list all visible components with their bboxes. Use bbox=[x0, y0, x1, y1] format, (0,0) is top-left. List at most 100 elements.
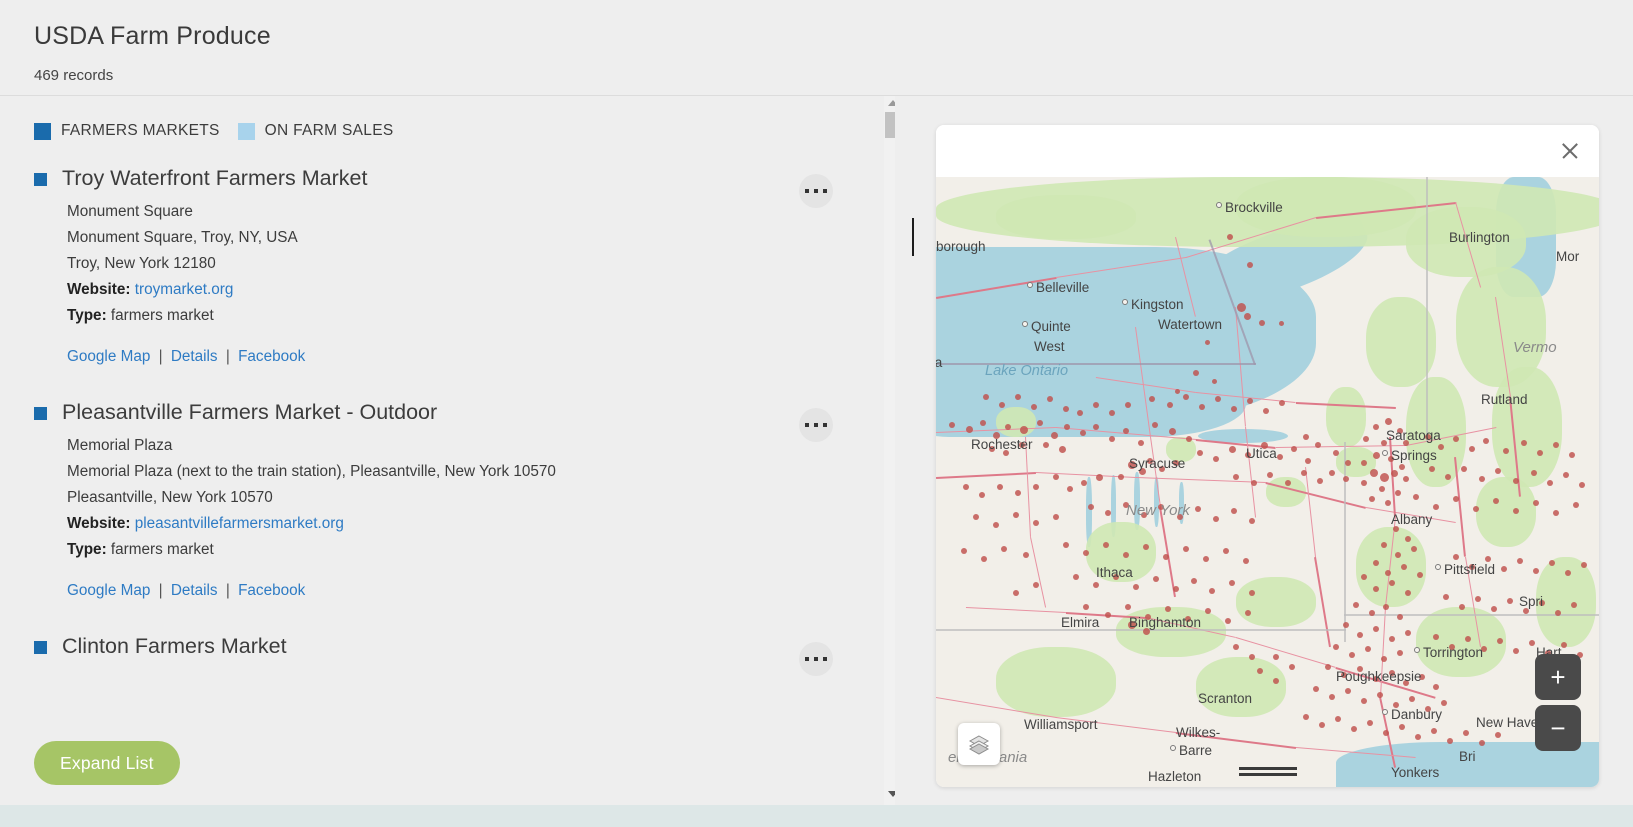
map-data-point[interactable] bbox=[1373, 586, 1379, 592]
map-data-point[interactable] bbox=[1223, 548, 1229, 554]
map-data-point[interactable] bbox=[1479, 476, 1485, 482]
map-data-point[interactable] bbox=[1231, 406, 1237, 412]
map-data-point[interactable] bbox=[1443, 594, 1449, 600]
map-data-point[interactable] bbox=[1343, 476, 1349, 482]
map-data-point[interactable] bbox=[1533, 500, 1539, 506]
map-data-point[interactable] bbox=[1385, 570, 1391, 576]
map-data-point[interactable] bbox=[1453, 496, 1459, 502]
map-data-point[interactable] bbox=[1555, 610, 1561, 616]
list-item[interactable]: Clinton Farmers Market bbox=[0, 634, 895, 693]
map-data-point[interactable] bbox=[1245, 610, 1251, 616]
map-data-point[interactable] bbox=[1105, 510, 1111, 516]
map-data-point[interactable] bbox=[1123, 552, 1129, 558]
legend-item-farmers-markets[interactable]: FARMERS MARKETS bbox=[34, 122, 220, 140]
map-data-point[interactable] bbox=[1083, 550, 1089, 556]
map-data-point[interactable] bbox=[1363, 436, 1369, 442]
map-data-point[interactable] bbox=[1285, 480, 1291, 486]
map-data-point[interactable] bbox=[1571, 602, 1577, 608]
map-data-point[interactable] bbox=[1579, 482, 1585, 488]
map-data-point[interactable] bbox=[1533, 568, 1539, 574]
map-data-point[interactable] bbox=[1278, 320, 1284, 326]
map-data-point[interactable] bbox=[1195, 506, 1201, 512]
map-data-point[interactable] bbox=[1483, 438, 1489, 444]
map-data-point[interactable] bbox=[1305, 458, 1311, 464]
map-data-point[interactable] bbox=[1186, 436, 1192, 442]
map-data-point[interactable] bbox=[1383, 604, 1389, 610]
map-data-point[interactable] bbox=[1149, 396, 1155, 402]
map-data-point[interactable] bbox=[1259, 320, 1265, 326]
map-data-point[interactable] bbox=[1257, 668, 1263, 674]
map-data-point[interactable] bbox=[1537, 450, 1543, 456]
map-data-point[interactable] bbox=[1431, 728, 1437, 734]
map-data-point[interactable] bbox=[1517, 558, 1523, 564]
map-data-point[interactable] bbox=[1251, 480, 1257, 486]
map-data-point[interactable] bbox=[1453, 436, 1459, 442]
map-data-point[interactable] bbox=[1105, 612, 1111, 618]
map-data-point[interactable] bbox=[993, 522, 999, 528]
map-data-point[interactable] bbox=[981, 556, 987, 562]
map-data-point[interactable] bbox=[1349, 652, 1355, 658]
map-canvas[interactable]: Brockville erborough Belleville Kingston Qui… bbox=[936, 177, 1599, 787]
map-data-point[interactable] bbox=[1549, 560, 1555, 566]
map-data-point[interactable] bbox=[1249, 590, 1255, 596]
record-options-button[interactable] bbox=[799, 408, 833, 442]
map-data-point[interactable] bbox=[963, 484, 969, 490]
map-data-point[interactable] bbox=[1465, 636, 1471, 642]
map-data-point[interactable] bbox=[1247, 262, 1253, 268]
map-data-point[interactable] bbox=[1093, 402, 1099, 408]
map-data-point[interactable] bbox=[1345, 460, 1351, 466]
map-data-point[interactable] bbox=[1005, 424, 1011, 430]
map-data-point[interactable] bbox=[1373, 626, 1379, 632]
map-data-point[interactable] bbox=[1277, 454, 1283, 460]
map-data-point[interactable] bbox=[1405, 590, 1411, 596]
map-data-point[interactable] bbox=[1565, 570, 1571, 576]
map-data-point[interactable] bbox=[1357, 632, 1363, 638]
map-data-point[interactable] bbox=[1303, 714, 1309, 720]
scroll-up-arrow-icon[interactable] bbox=[884, 96, 895, 110]
record-website-link[interactable]: troymarket.org bbox=[135, 281, 234, 298]
map-data-point[interactable] bbox=[1020, 426, 1028, 434]
map-data-point[interactable] bbox=[1225, 618, 1231, 624]
map-data-point[interactable] bbox=[1118, 474, 1124, 480]
map-data-point[interactable] bbox=[1438, 444, 1444, 450]
map-data-point[interactable] bbox=[1503, 448, 1509, 454]
layers-icon[interactable] bbox=[958, 723, 1000, 765]
map-data-point[interactable] bbox=[1125, 402, 1131, 408]
map-data-point[interactable] bbox=[1491, 606, 1497, 612]
map-data-point[interactable] bbox=[1015, 490, 1021, 496]
map-data-point[interactable] bbox=[1033, 520, 1039, 526]
map-data-point[interactable] bbox=[999, 402, 1005, 408]
map-data-point[interactable] bbox=[1469, 446, 1475, 452]
map-data-point[interactable] bbox=[1411, 546, 1417, 552]
map-data-point[interactable] bbox=[1291, 446, 1297, 452]
google-map-link[interactable]: Google Map bbox=[67, 582, 150, 599]
map-data-point[interactable] bbox=[1495, 732, 1501, 738]
map-data-point[interactable] bbox=[1573, 502, 1579, 508]
map-data-point[interactable] bbox=[1507, 598, 1513, 604]
scroll-down-arrow-icon[interactable] bbox=[884, 787, 895, 801]
map-data-point[interactable] bbox=[1033, 484, 1039, 490]
list-item[interactable]: Pleasantville Farmers Market - Outdoor M… bbox=[0, 400, 895, 600]
map-data-point[interactable] bbox=[1133, 584, 1139, 590]
map-data-point[interactable] bbox=[1267, 472, 1273, 478]
map-data-point[interactable] bbox=[1367, 720, 1373, 726]
map-data-point[interactable] bbox=[1405, 536, 1411, 542]
map-data-point[interactable] bbox=[1109, 436, 1115, 442]
map-data-point[interactable] bbox=[1415, 734, 1421, 740]
map-data-point[interactable] bbox=[1501, 566, 1507, 572]
map-data-point[interactable] bbox=[1343, 622, 1349, 628]
map-data-point[interactable] bbox=[1215, 396, 1221, 402]
map-data-point[interactable] bbox=[1163, 554, 1169, 560]
map-data-point[interactable] bbox=[973, 514, 979, 520]
map-data-point[interactable] bbox=[1459, 604, 1465, 610]
map-data-point[interactable] bbox=[1183, 546, 1189, 552]
details-link[interactable]: Details bbox=[171, 582, 218, 599]
map-data-point[interactable] bbox=[1233, 474, 1239, 480]
map-data-point[interactable] bbox=[1389, 636, 1395, 642]
map-data-point[interactable] bbox=[1333, 450, 1339, 456]
map-data-point[interactable] bbox=[1463, 730, 1469, 736]
map-data-point[interactable] bbox=[1493, 498, 1499, 504]
close-icon[interactable] bbox=[1557, 138, 1583, 164]
map-data-point[interactable] bbox=[1379, 472, 1389, 482]
map-data-point[interactable] bbox=[1081, 480, 1087, 486]
